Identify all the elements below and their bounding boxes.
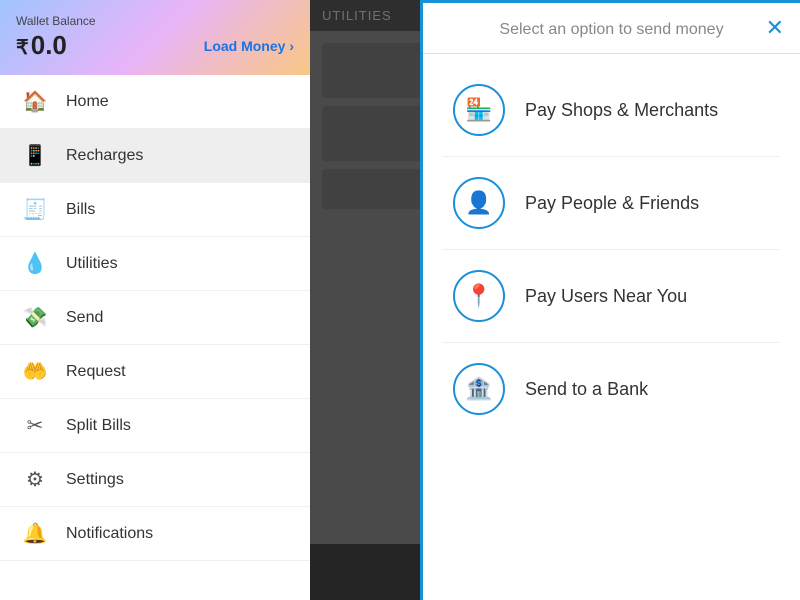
rupee-symbol: ₹ [16,37,29,59]
sidebar-item-label: Utilities [66,255,118,273]
sidebar: Wallet Balance ₹0.0 Load Money › 🏠 Home … [0,0,310,600]
modal-title: Select an option to send money [499,21,723,39]
request-icon: 🤲 [20,359,50,384]
modal-close-button[interactable]: ✕ [766,17,784,39]
send-icon: 💸 [20,305,50,330]
modal-header: Select an option to send money ✕ [423,3,800,54]
wallet-label: Wallet Balance [16,14,294,28]
option-pay-nearby[interactable]: 📍 Pay Users Near You [443,250,780,343]
utilities-icon: 💧 [20,251,50,276]
wallet-header: Wallet Balance ₹0.0 Load Money › [0,0,310,75]
option-label: Pay Users Near You [525,286,687,307]
sidebar-item-label: Request [66,363,126,381]
home-icon: 🏠 [20,89,50,114]
option-send-bank[interactable]: 🏦 Send to a Bank [443,343,780,435]
main-content: UTILITIES 👛 Select an option to send mon… [310,0,800,600]
option-label: Pay Shops & Merchants [525,100,718,121]
sidebar-item-settings[interactable]: ⚙ Settings [0,453,310,507]
sidebar-item-request[interactable]: 🤲 Request [0,345,310,399]
sidebar-item-label: Send [66,309,103,327]
load-money-button[interactable]: Load Money › [204,38,294,54]
sidebar-item-label: Recharges [66,147,143,165]
split-bills-icon: ✂ [20,413,50,438]
sidebar-item-bills[interactable]: 🧾 Bills [0,183,310,237]
bills-icon: 🧾 [20,197,50,222]
modal-options: 🏪 Pay Shops & Merchants 👤 Pay People & F… [423,54,800,600]
sidebar-item-notifications[interactable]: 🔔 Notifications [0,507,310,561]
sidebar-item-label: Notifications [66,525,153,543]
sidebar-item-utilities[interactable]: 💧 Utilities [0,237,310,291]
sidebar-item-label: Home [66,93,109,111]
settings-icon: ⚙ [20,467,50,492]
sidebar-item-label: Split Bills [66,417,131,435]
wallet-amount: ₹0.0 [16,30,67,61]
pay-shops-icon: 🏪 [453,84,505,136]
sidebar-item-split-bills[interactable]: ✂ Split Bills [0,399,310,453]
notifications-icon: 🔔 [20,521,50,546]
pay-people-icon: 👤 [453,177,505,229]
pay-nearby-icon: 📍 [453,270,505,322]
sidebar-item-label: Bills [66,201,95,219]
nav-items: 🏠 Home 📱 Recharges 🧾 Bills 💧 Utilities 💸… [0,75,310,600]
recharges-icon: 📱 [20,143,50,168]
send-bank-icon: 🏦 [453,363,505,415]
send-money-modal: Select an option to send money ✕ 🏪 Pay S… [420,0,800,600]
option-pay-people[interactable]: 👤 Pay People & Friends [443,157,780,250]
option-pay-shops[interactable]: 🏪 Pay Shops & Merchants [443,64,780,157]
sidebar-item-recharges[interactable]: 📱 Recharges [0,129,310,183]
option-label: Send to a Bank [525,379,648,400]
sidebar-item-label: Settings [66,471,124,489]
option-label: Pay People & Friends [525,193,699,214]
sidebar-item-send[interactable]: 💸 Send [0,291,310,345]
sidebar-item-home[interactable]: 🏠 Home [0,75,310,129]
